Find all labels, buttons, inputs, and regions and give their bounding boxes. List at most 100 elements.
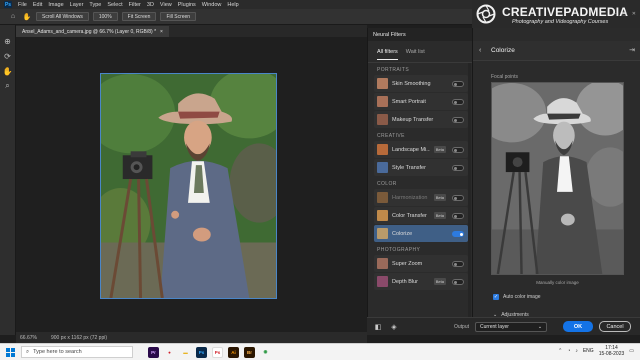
illustrator-icon[interactable]: Ai <box>228 346 239 358</box>
close-tab-icon[interactable]: × <box>160 29 163 35</box>
filter-style-transfer[interactable]: Style Transfer <box>374 159 468 176</box>
super-zoom-toggle[interactable] <box>452 260 464 267</box>
skin-smoothing-toggle[interactable] <box>452 80 464 87</box>
windows-start-icon[interactable] <box>3 345 17 359</box>
search-placeholder: Type here to search <box>33 349 82 355</box>
document-size[interactable]: 900 px x 1162 px (72 ppi) <box>51 335 107 341</box>
style-transfer-toggle[interactable] <box>452 164 464 171</box>
harmonization-toggle[interactable] <box>452 194 464 201</box>
neural-filters-footer: ◧ ◈ Output Current layer ⌄ OK Cancel <box>367 317 640 335</box>
chrome-icon[interactable]: ◉ <box>260 347 271 358</box>
menu-edit[interactable]: Edit <box>33 2 42 8</box>
filter-color-transfer[interactable]: Color Transfer Beta <box>374 207 468 224</box>
clock[interactable]: 17:14 15-08-2023 <box>599 345 625 357</box>
show-original-icon[interactable]: ◧ <box>373 322 383 332</box>
menu-3d[interactable]: 3D <box>147 2 154 8</box>
filter-skin-smoothing[interactable]: Skin Smoothing <box>374 75 468 92</box>
minimize-icon[interactable]: — <box>612 11 617 17</box>
filter-label: Style Transfer <box>392 164 426 171</box>
menu-plugins[interactable]: Plugins <box>178 2 196 8</box>
tab-all-filters[interactable]: All filters <box>377 49 398 60</box>
bridge-icon[interactable]: Br <box>244 346 255 358</box>
filter-list-scrollbar[interactable] <box>468 63 471 333</box>
auto-color-label: Auto color image <box>503 294 541 300</box>
filter-landscape-mixer[interactable]: Landscape Mi... Beta <box>374 141 468 158</box>
section-portraits: PORTRAITS <box>377 67 410 73</box>
menu-file[interactable]: File <box>18 2 27 8</box>
notification-icon[interactable]: ▭ <box>629 348 634 354</box>
smart-portrait-toggle[interactable] <box>452 98 464 105</box>
filter-depth-blur[interactable]: Depth Blur Beta <box>374 273 468 290</box>
filter-smart-portrait[interactable]: Smart Portrait <box>374 93 468 110</box>
landscape-mixer-toggle[interactable] <box>452 146 464 153</box>
volume-icon[interactable]: ♪ <box>575 348 578 354</box>
record-icon[interactable]: ● <box>164 347 175 358</box>
clock-date: 15-08-2023 <box>598 351 625 357</box>
search-icon: ⌕ <box>26 348 30 355</box>
maximize-icon[interactable]: ▢ <box>622 11 627 17</box>
fit-screen-button[interactable]: Fit Screen <box>121 12 157 21</box>
hand-tool-icon[interactable]: ✋ <box>22 12 32 21</box>
menu-help[interactable]: Help <box>227 2 238 8</box>
premiere-icon[interactable]: Pr <box>148 346 159 358</box>
taskbar-search-box[interactable]: ⌕ Type here to search <box>21 346 133 358</box>
auto-color-checkbox[interactable]: ✓ <box>493 294 499 300</box>
menu-view[interactable]: View <box>160 2 172 8</box>
layers-icon[interactable]: ◈ <box>389 322 399 332</box>
colorize-settings-panel: ‹ Colorize ⇥ Focal points Manually color… <box>472 28 640 335</box>
filter-makeup-transfer[interactable]: Makeup Transfer <box>374 111 468 128</box>
chevron-up-icon[interactable]: ⌃ <box>558 348 562 354</box>
zoom-tool-icon[interactable]: ⌕ <box>3 81 13 91</box>
filter-harmonization[interactable]: Harmonization Beta <box>374 189 468 206</box>
rotate-view-icon[interactable]: ⟳ <box>3 51 13 61</box>
watermark-banner: CREATIVEPADMEDIA Photography and Videogr… <box>472 0 640 28</box>
menu-window[interactable]: Window <box>202 2 222 8</box>
photoshop-icon[interactable]: Ps <box>196 346 207 358</box>
menu-image[interactable]: Image <box>48 2 63 8</box>
canvas-area[interactable] <box>16 37 367 332</box>
network-icon[interactable]: ◔ <box>567 348 570 354</box>
document-tab[interactable]: Ansel_Adams_and_camera.jpg @ 66.7% (Laye… <box>16 26 169 37</box>
acrobat-icon[interactable]: Ps <box>212 346 223 358</box>
file-explorer-icon[interactable]: ▬ <box>180 347 191 358</box>
home-icon[interactable]: ⌂ <box>8 12 18 21</box>
depth-blur-toggle[interactable] <box>452 278 464 285</box>
section-photography: PHOTOGRAPHY <box>377 247 421 253</box>
makeup-transfer-toggle[interactable] <box>452 116 464 123</box>
language-indicator[interactable]: ENG <box>583 348 594 354</box>
filter-label: Smart Portrait <box>392 98 426 105</box>
auto-color-option[interactable]: ✓ Auto color image <box>493 294 541 300</box>
fill-screen-button[interactable]: Fill Screen <box>160 12 197 21</box>
harmonization-thumbnail <box>377 192 388 203</box>
zoom-100-button[interactable]: 100% <box>92 12 118 21</box>
skin-smoothing-thumbnail <box>377 78 388 89</box>
menu-layer[interactable]: Layer <box>70 2 84 8</box>
scroll-all-windows-button[interactable]: Scroll All Windows <box>36 12 89 21</box>
menu-select[interactable]: Select <box>107 2 122 8</box>
beta-badge: Beta <box>433 278 446 285</box>
filter-super-zoom[interactable]: Super Zoom <box>374 255 468 272</box>
output-select[interactable]: Current layer ⌄ <box>475 321 548 332</box>
super-zoom-thumbnail <box>377 258 388 269</box>
windows-taskbar: ⌕ Type here to search Pr ● ▬ Ps Ps Ai Br… <box>0 343 640 360</box>
collapse-panel-icon[interactable]: ⇥ <box>629 46 635 54</box>
menu-type[interactable]: Type <box>89 2 101 8</box>
hand-tool-icon[interactable]: ✋ <box>3 66 13 76</box>
beta-badge: Beta <box>433 212 446 219</box>
document-image[interactable] <box>100 73 277 299</box>
color-transfer-toggle[interactable] <box>452 212 464 219</box>
focal-points-preview[interactable] <box>491 82 624 275</box>
cancel-button[interactable]: Cancel <box>599 321 632 332</box>
move-tool-icon[interactable]: ⊕ <box>3 36 13 46</box>
menu-filter[interactable]: Filter <box>129 2 141 8</box>
ok-button[interactable]: OK <box>563 321 594 332</box>
zoom-readout[interactable]: 66.67% <box>20 335 37 341</box>
tools-panel: ⊕ ⟳ ✋ ⌕ <box>0 25 16 335</box>
tab-wait-list[interactable]: Wait list <box>406 49 425 60</box>
colorize-toggle[interactable] <box>452 230 464 237</box>
photoshop-logo: Ps <box>4 1 12 8</box>
filter-colorize[interactable]: Colorize <box>374 225 468 242</box>
close-window-icon[interactable]: ✕ <box>632 11 636 17</box>
back-arrow-icon[interactable]: ‹ <box>479 47 487 54</box>
aperture-logo-icon <box>476 4 496 24</box>
